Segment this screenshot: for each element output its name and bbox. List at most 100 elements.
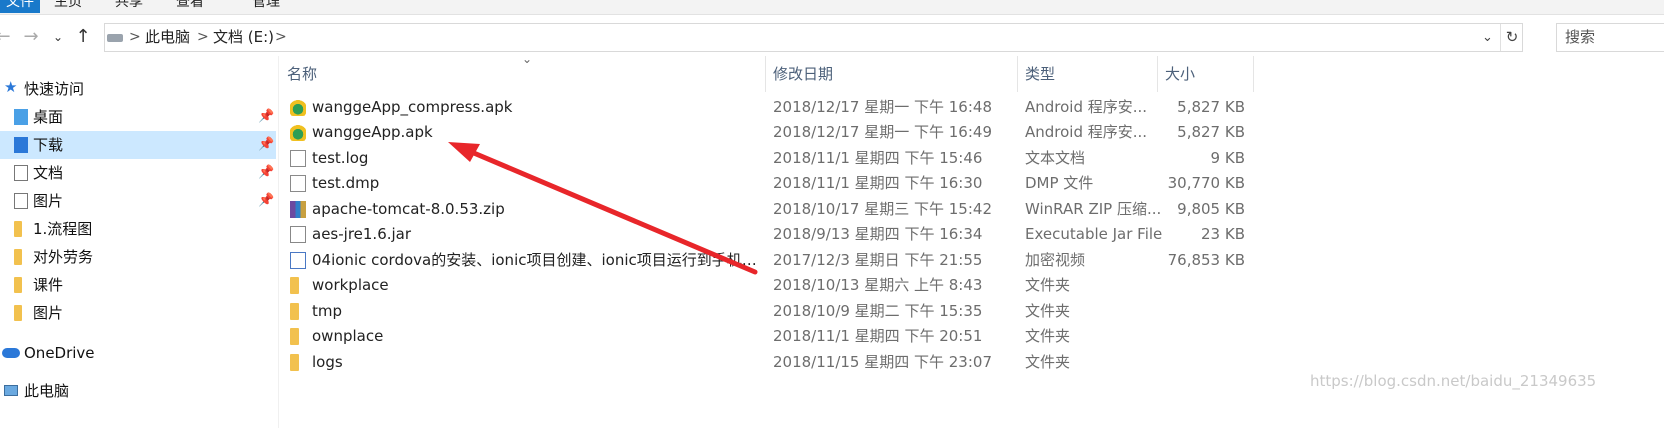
file-row[interactable]: tmp 2018/10/9 星期二 下午 15:35 文件夹 [280, 299, 1280, 324]
pin-icon[interactable]: 📌 [258, 131, 274, 159]
ribbon-tabs: 文件 主页 共享 查看 管理 [0, 0, 1664, 15]
folder-icon [14, 305, 22, 321]
breadcrumb-documents-e[interactable]: 文档 (E:) [213, 24, 274, 51]
file-size: 9,805 KB [1177, 200, 1245, 218]
column-header-type[interactable]: 类型 [1025, 56, 1055, 92]
file-size: 30,770 KB [1167, 174, 1245, 192]
file-type: 文件夹 [1025, 276, 1071, 294]
file-row[interactable]: 04ionic cordova的安装、ionic项目创建、ionic项目运行到手… [280, 248, 1280, 273]
search-input[interactable]: 搜索 [1556, 23, 1664, 52]
sidebar-item-label: 图片 [33, 304, 64, 322]
file-row[interactable]: test.log 2018/11/1 星期四 下午 15:46 文本文档 9 K… [280, 146, 1280, 171]
column-divider[interactable] [1157, 56, 1158, 92]
tab-file[interactable]: 文件 [0, 0, 40, 13]
column-divider[interactable] [765, 56, 766, 92]
sidebar-item-label: 快速访问 [24, 80, 85, 98]
sidebar-item-pictures[interactable]: 图片 📌 [0, 187, 276, 215]
cloud-icon [2, 348, 20, 358]
breadcrumb-separator: > [197, 29, 209, 45]
pin-icon[interactable]: 📌 [258, 187, 274, 215]
folder-icon [14, 249, 22, 265]
folder-icon [14, 277, 22, 293]
file-date: 2018/12/17 星期一 下午 16:48 [773, 98, 992, 116]
file-name: test.dmp [312, 174, 380, 192]
file-row[interactable]: wanggeApp_compress.apk 2018/12/17 星期一 下午… [280, 95, 1280, 120]
sidebar-item-courseware[interactable]: 课件 [0, 271, 276, 299]
drive-icon [107, 34, 123, 42]
up-arrow-icon[interactable]: ↑ [72, 25, 94, 49]
desktop-icon [14, 109, 28, 125]
tab-share[interactable]: 共享 [115, 0, 143, 11]
forward-arrow-icon[interactable]: → [20, 25, 42, 49]
file-row[interactable]: apache-tomcat-8.0.53.zip 2018/10/17 星期三 … [280, 197, 1280, 222]
column-divider[interactable] [1017, 56, 1018, 92]
address-dropdown-icon[interactable]: ⌄ [1482, 24, 1493, 51]
pin-icon[interactable]: 📌 [258, 103, 274, 131]
sidebar-item-label: 文档 [33, 164, 64, 182]
file-row[interactable]: logs 2018/11/15 星期四 下午 23:07 文件夹 [280, 350, 1280, 375]
folder-icon [290, 328, 299, 345]
text-file-icon [290, 150, 306, 167]
breadcrumb-this-pc[interactable]: 此电脑 [145, 24, 190, 51]
file-date: 2018/11/15 星期四 下午 23:07 [773, 353, 992, 371]
zip-icon [290, 201, 306, 218]
sidebar-item-onedrive[interactable]: OneDrive [0, 339, 276, 367]
apk-icon [290, 124, 306, 141]
sidebar-item-label: 对外劳务 [33, 248, 94, 266]
file-type: 文件夹 [1025, 302, 1071, 320]
file-name: 04ionic cordova的安装、ionic项目创建、ionic项目运行到手… [312, 251, 764, 269]
sidebar-item-pictures-folder[interactable]: 图片 [0, 299, 276, 327]
chevron-down-icon[interactable]: ⌄ [47, 25, 69, 49]
file-size: 76,853 KB [1167, 251, 1245, 269]
computer-icon [4, 385, 18, 396]
file-row[interactable]: ownplace 2018/11/1 星期四 下午 20:51 文件夹 [280, 324, 1280, 349]
back-arrow-icon[interactable]: ← [0, 25, 14, 49]
file-row[interactable]: aes-jre1.6.jar 2018/9/13 星期四 下午 16:34 Ex… [280, 222, 1280, 247]
sidebar-item-label: 图片 [33, 192, 64, 210]
tab-manage[interactable]: 管理 [252, 0, 280, 11]
file-size: 5,827 KB [1177, 98, 1245, 116]
column-header-date[interactable]: 修改日期 [773, 56, 833, 92]
address-bar[interactable]: > 此电脑 > 文档 (E:) > ⌄ ↻ [104, 23, 1523, 52]
file-name: wanggeApp.apk [312, 123, 433, 141]
file-date: 2018/10/13 星期六 上午 8:43 [773, 276, 983, 294]
sidebar-item-desktop[interactable]: 桌面 📌 [0, 103, 276, 131]
file-type: 文本文档 [1025, 149, 1086, 167]
refresh-icon[interactable]: ↻ [1500, 24, 1523, 51]
sidebar-item-this-pc[interactable]: 此电脑 [0, 377, 276, 405]
file-size: 5,827 KB [1177, 123, 1245, 141]
tab-view[interactable]: 查看 [176, 0, 204, 11]
file-date: 2018/11/1 星期四 下午 15:46 [773, 149, 983, 167]
file-row[interactable]: test.dmp 2018/11/1 星期四 下午 16:30 DMP 文件 3… [280, 171, 1280, 196]
column-header-name[interactable]: 名称 [287, 56, 317, 92]
file-name: test.log [312, 149, 369, 167]
file-row[interactable]: workplace 2018/10/13 星期六 上午 8:43 文件夹 [280, 273, 1280, 298]
sidebar-item-label: 桌面 [33, 108, 64, 126]
file-size: 23 KB [1201, 225, 1245, 243]
file-type: 加密视频 [1025, 251, 1086, 269]
folder-icon [14, 221, 22, 237]
file-date: 2017/12/3 星期日 下午 21:55 [773, 251, 983, 269]
sidebar-item-quick-access[interactable]: ★ 快速访问 [0, 75, 276, 103]
sidebar-item-documents[interactable]: 文档 📌 [0, 159, 276, 187]
sidebar-item-flowchart[interactable]: 1.流程图 [0, 215, 276, 243]
sidebar-item-labor[interactable]: 对外劳务 [0, 243, 276, 271]
file-name: ownplace [312, 327, 384, 345]
search-placeholder: 搜索 [1565, 28, 1596, 46]
sidebar-item-label: OneDrive [24, 344, 95, 362]
address-row: ← → ⌄ ↑ > 此电脑 > 文档 (E:) > ⌄ ↻ 搜索 [0, 20, 1664, 54]
column-divider[interactable] [1253, 56, 1254, 92]
file-type: Executable Jar File [1025, 225, 1163, 243]
file-name: wanggeApp_compress.apk [312, 98, 513, 116]
tab-home[interactable]: 主页 [54, 0, 82, 11]
column-header-size[interactable]: 大小 [1165, 56, 1195, 92]
file-name: apache-tomcat-8.0.53.zip [312, 200, 505, 218]
file-type: DMP 文件 [1025, 174, 1094, 192]
document-icon [14, 165, 28, 181]
pin-icon[interactable]: 📌 [258, 159, 274, 187]
file-date: 2018/11/1 星期四 下午 20:51 [773, 327, 983, 345]
file-row[interactable]: wanggeApp.apk 2018/12/17 星期一 下午 16:49 An… [280, 120, 1280, 145]
video-icon [290, 252, 306, 269]
sidebar-item-downloads[interactable]: 下载 📌 [0, 131, 276, 159]
sidebar-item-label: 1.流程图 [33, 220, 93, 238]
